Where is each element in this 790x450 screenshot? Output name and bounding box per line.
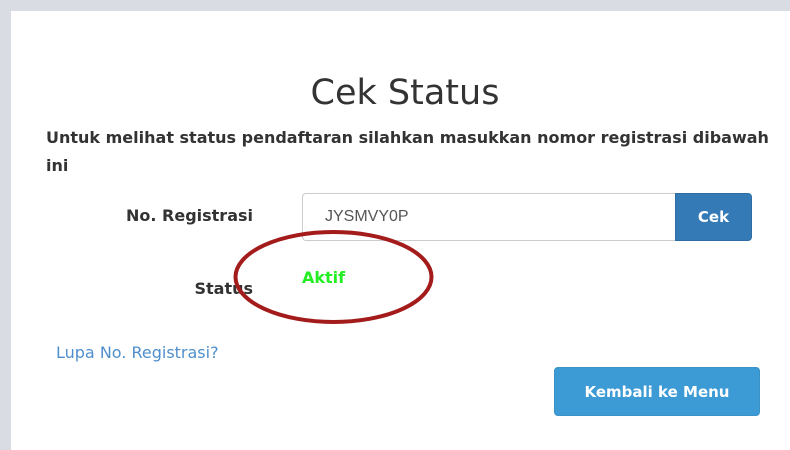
registration-input[interactable] bbox=[302, 193, 675, 241]
top-border bbox=[0, 0, 790, 11]
status-value: Aktif bbox=[302, 268, 346, 287]
status-label: Status bbox=[194, 279, 253, 298]
page-title: Cek Status bbox=[310, 73, 500, 114]
check-button[interactable]: Cek bbox=[675, 193, 752, 241]
forgot-registration-link[interactable]: Lupa No. Registrasi? bbox=[56, 343, 219, 362]
instruction-text: Untuk melihat status pendaftaran silahka… bbox=[46, 128, 769, 175]
registration-label: No. Registrasi bbox=[125, 206, 253, 225]
left-border bbox=[0, 0, 11, 450]
cek-status-page: Cek Status Untuk melihat status pendafta… bbox=[0, 0, 790, 450]
back-to-menu-button[interactable]: Kembali ke Menu bbox=[554, 367, 760, 416]
